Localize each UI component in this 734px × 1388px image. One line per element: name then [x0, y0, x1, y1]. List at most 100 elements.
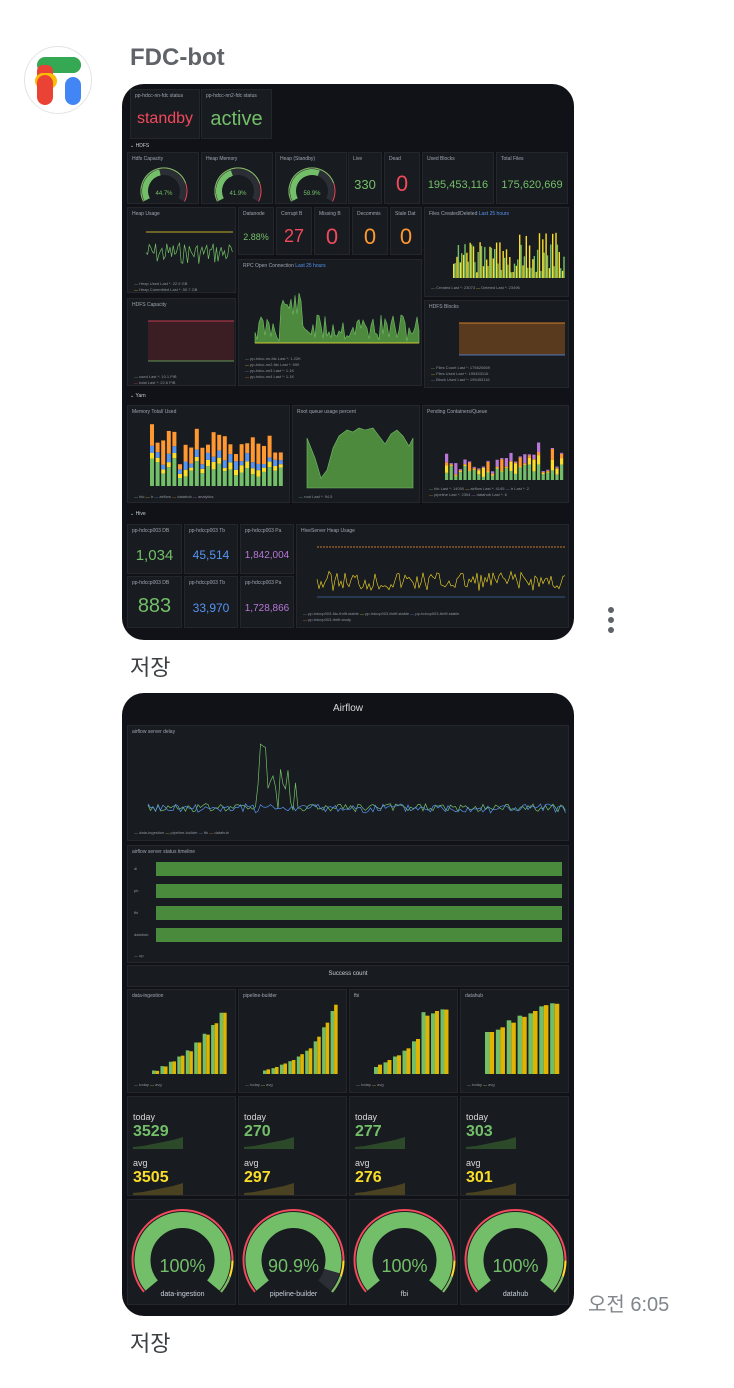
files-deleted-bar: [476, 272, 478, 278]
pending-bar-segment: [518, 467, 522, 480]
pending-bar-segment: [509, 460, 513, 462]
pending-bar-segment: [509, 461, 513, 471]
panel-title: airflow server delay: [132, 729, 176, 735]
bar-avg: [543, 1005, 549, 1074]
grafana-hdfs-dashboard-image[interactable]: pp-hdcc-nn-fdc status standby pp-hdcc-nn…: [122, 84, 574, 640]
bar-today: [279, 1064, 284, 1074]
files-deleted-bar: [515, 265, 518, 278]
panel-title: Total Files: [501, 156, 524, 162]
pending-bar-segment: [500, 459, 504, 471]
legend-item: — fdc — tr — airflow — datahub — analyti…: [134, 494, 214, 499]
gauge-value: 41.9%: [229, 191, 247, 197]
more-options-icon[interactable]: [600, 604, 622, 636]
memory-bar-segment: [267, 435, 272, 458]
row-header-hive[interactable]: ⌄ Hive: [130, 511, 146, 517]
files-created-bar: [520, 244, 522, 278]
row-header-yarn[interactable]: ⌄ Yarn: [130, 393, 146, 399]
memory-bar-segment: [222, 467, 227, 472]
row-header-hdfs[interactable]: ⌄ HDFS: [130, 143, 149, 149]
files-created-bar: [507, 264, 509, 278]
memory-bar-segment: [172, 431, 177, 447]
pending-bar-segment: [481, 467, 485, 477]
pending-bar-segment: [454, 463, 458, 475]
airflow-status-timeline-panel: airflow server status timeline di pb fbi da…: [127, 845, 569, 963]
memory-bar-segment: [166, 462, 171, 468]
save-label[interactable]: 저장: [130, 1326, 170, 1358]
hive-pa-panel-2: pp-hdccp003 Pa 1,728,866: [240, 576, 294, 628]
bar-today: [263, 1070, 267, 1074]
files-deleted-bar: [542, 239, 544, 278]
pending-bar-segment: [472, 466, 476, 468]
memory-bar-segment: [166, 430, 171, 454]
legend-item: — pp-hdccp003-thrift.study: [303, 617, 352, 622]
pending-bar-segment: [463, 465, 467, 467]
save-label[interactable]: 저장: [130, 650, 170, 682]
memory-bar-segment: [262, 471, 266, 486]
pending-bar-segment: [486, 471, 490, 473]
pending-bar-segment: [527, 457, 531, 465]
pending-bar-segment: [541, 471, 545, 473]
timeline-row-label: fbi: [134, 910, 139, 915]
bot-avatar[interactable]: [24, 46, 92, 114]
pending-bar-segment: [546, 470, 550, 472]
memory-bar-segment: [228, 454, 233, 463]
legend-item: — root Last *: 94.5: [299, 494, 333, 499]
bar-avg: [511, 1022, 516, 1074]
rpc-connection-panel: RPC Open Connection Last 25 hours — pp-h…: [238, 259, 422, 386]
panel-title: Live: [353, 156, 363, 162]
files-created-bar: [527, 267, 529, 278]
memory-bar-segment: [161, 464, 166, 470]
memory-bar-segment: [194, 428, 199, 450]
pending-bar-segment: [537, 442, 541, 452]
missing-blocks-panel: Missing B 0: [314, 207, 350, 255]
bar-today: [219, 1012, 224, 1074]
grafana-airflow-dashboard-image[interactable]: Airflow airflow server delay — data-inge…: [122, 693, 574, 1316]
memory-bar-segment: [217, 457, 222, 464]
hive-tb-panel-1: pp-hdccp003 Tb 45,514: [184, 524, 238, 574]
hdfs-capacity-chart: [148, 320, 234, 362]
legend-item: — Files Count Last *: 175620669: [431, 365, 490, 370]
memory-bar-segment: [211, 432, 216, 457]
bar-today: [322, 1027, 326, 1074]
memory-bar-segment: [273, 459, 278, 467]
memory-bar-segment: [194, 461, 199, 486]
files-created-bar: [560, 268, 562, 278]
memory-bar-segment: [189, 463, 194, 468]
memory-bar-segment: [245, 468, 250, 486]
count-panel-dead: Dead 0: [384, 152, 420, 204]
bar-today: [152, 1070, 156, 1074]
avg-sparkline: [466, 1183, 516, 1195]
memory-bar-segment: [250, 468, 255, 475]
pending-bar-segment: [537, 464, 541, 480]
timeline-status-bar: [156, 928, 562, 942]
pending-bar-segment: [445, 453, 449, 463]
bar-avg: [172, 1061, 176, 1074]
bar-avg: [291, 1060, 296, 1074]
legend-item: — Heap Used Last *: 22.9 GB: [134, 281, 188, 286]
files-created-bar: [484, 247, 486, 278]
pending-bar-segment: [495, 467, 499, 469]
memory-bar-segment: [245, 461, 250, 469]
panel-title: Corrupt B: [281, 211, 303, 217]
pending-bar-segment: [468, 471, 472, 480]
count-value: 175,620,669: [501, 179, 563, 191]
files-created-bar: [487, 265, 489, 278]
hdfs-capacity-panel: HDFS Capacity — used Last *: 10.1 PiB — …: [127, 298, 236, 386]
files-created-bar: [480, 246, 483, 278]
stale-datanode-panel: Stale Dat 0: [390, 207, 422, 255]
panel-title: Stale Dat: [395, 211, 416, 217]
legend-item: — pipeline Last *: 2304 — datahub Last *…: [429, 492, 507, 497]
bar-today: [383, 1062, 388, 1074]
bar-avg: [274, 1067, 279, 1074]
today-label: today: [466, 1112, 489, 1122]
memory-bar-segment: [234, 454, 238, 462]
pending-bar-segment: [477, 468, 481, 470]
memory-bar-segment: [256, 470, 261, 477]
memory-bar-segment: [150, 452, 154, 459]
pending-bar-segment: [555, 466, 559, 468]
airflow-delay-chart: [147, 743, 566, 814]
files-created-bar: [556, 244, 559, 278]
files-deleted-bar: [528, 245, 531, 278]
files-created-bar: [517, 259, 519, 278]
pending-bar-segment: [523, 465, 527, 480]
